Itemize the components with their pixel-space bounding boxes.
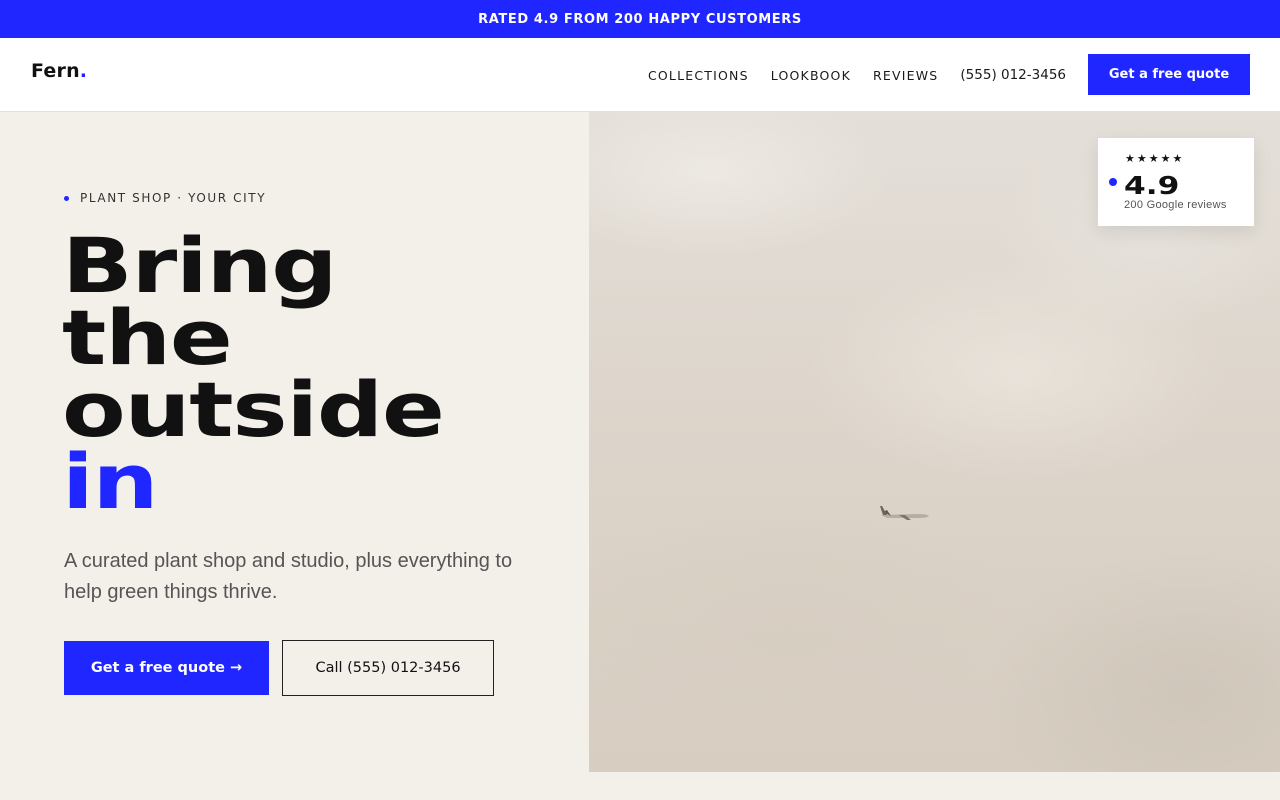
nav-link-lookbook[interactable]: LOOKBOOK [771, 68, 851, 83]
rating-review-count: 200 Google reviews [1124, 199, 1227, 211]
hero-quote-button[interactable]: Get a free quote → [64, 641, 269, 695]
nav-link-reviews[interactable]: REVIEWS [873, 68, 938, 83]
hero-content: PLANT SHOP · YOUR CITY Bring the outside… [0, 112, 589, 800]
hero-call-button[interactable]: Call (555) 012-3456 [282, 640, 494, 696]
announcement-bar: RATED 4.9 FROM 200 HAPPY CUSTOMERS [0, 0, 1280, 38]
nav-link-collections[interactable]: COLLECTIONS [648, 68, 749, 83]
rating-card: ★★★★★ 4.9 200 Google reviews [1098, 138, 1254, 226]
star-rating-icon: ★★★★★ [1125, 153, 1185, 165]
headline-line-1: Bring [62, 221, 338, 310]
headline-accent: in [62, 437, 159, 526]
rating-dot-icon [1109, 178, 1117, 186]
eyebrow-dot-icon [64, 195, 69, 201]
top-nav: Fern. COLLECTIONS LOOKBOOK REVIEWS (555)… [0, 38, 1280, 112]
headline-line-2: the [62, 293, 233, 382]
announcement-text: RATED 4.9 FROM 200 HAPPY CUSTOMERS [478, 11, 802, 27]
hero-eyebrow: PLANT SHOP · YOUR CITY [64, 191, 266, 205]
hero-headline: Bring the outside in [62, 221, 445, 526]
logo-dot: . [79, 60, 88, 82]
nav-quote-button[interactable]: Get a free quote [1088, 54, 1250, 95]
eyebrow-text: PLANT SHOP · YOUR CITY [80, 191, 267, 205]
rating-value: 4.9 [1124, 171, 1180, 200]
hero-subtext: A curated plant shop and studio, plus ev… [64, 550, 513, 603]
logo[interactable]: Fern. [31, 60, 87, 82]
airplane-icon [880, 506, 929, 520]
logo-text: Fern [31, 60, 80, 82]
nav-links: COLLECTIONS LOOKBOOK REVIEWS (555) 012-3… [648, 38, 1066, 112]
nav-phone-link[interactable]: (555) 012-3456 [960, 67, 1066, 83]
headline-line-3: outside [62, 365, 445, 454]
